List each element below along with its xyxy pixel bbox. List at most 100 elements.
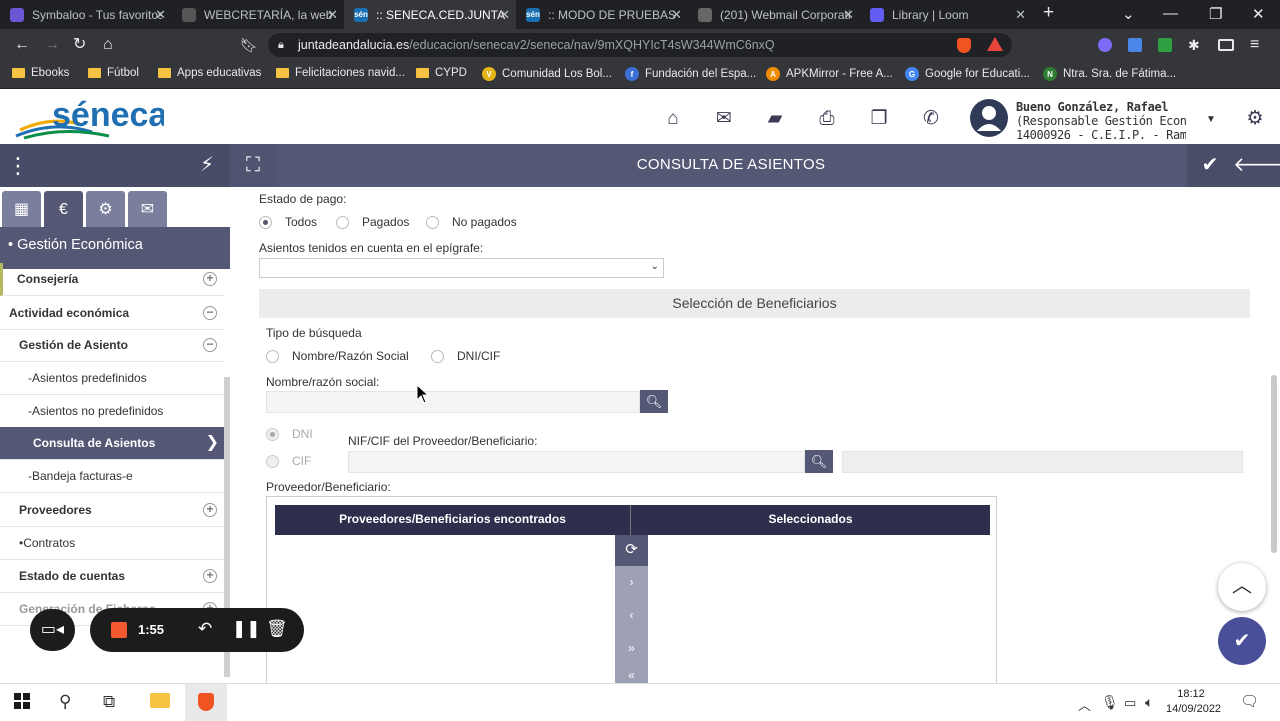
expand-icon[interactable]: + [203, 272, 217, 286]
sidebar-item[interactable]: Estado de cuentas + [0, 560, 224, 593]
move-right-icon[interactable]: › [615, 566, 648, 599]
phone-icon[interactable]: ✆ [919, 107, 943, 131]
back-arrow-icon[interactable]: 🡐 [1233, 144, 1280, 187]
folder-icon[interactable]: ▰ [763, 107, 787, 131]
found-list[interactable] [275, 535, 615, 685]
sidebar-item[interactable]: -Bandeja facturas-e [0, 460, 224, 493]
search-icon[interactable]: ⚲ [59, 692, 71, 712]
sidebar-item[interactable]: Actividad económica − [0, 297, 224, 330]
home-icon[interactable]: ⌂ [103, 35, 113, 55]
epigrafe-select[interactable]: ⌄ [259, 258, 664, 278]
nombre-input[interactable] [266, 391, 640, 413]
bookmark-item[interactable]: N Ntra. Sra. de Fátima... [1043, 67, 1176, 81]
back-icon[interactable]: ← [14, 35, 30, 55]
home-icon[interactable]: ⌂ [661, 107, 685, 131]
sidebar-item[interactable]: Consejería + [0, 263, 224, 296]
bookmark-item[interactable]: A APKMirror - Free A... [766, 67, 893, 81]
radio-no-pagados[interactable] [426, 216, 439, 229]
selected-list[interactable] [648, 535, 990, 685]
restore-icon[interactable]: ❐ [1209, 5, 1222, 23]
fullscreen-icon[interactable]: ⛶ [230, 144, 276, 187]
volume-icon[interactable]: 🔈︎ [1145, 694, 1153, 711]
nombre-search-button[interactable]: 🔍︎ [640, 390, 668, 413]
bookmark-icon[interactable]: 🔖︎ [240, 35, 258, 55]
browser-tab[interactable]: Library | Loom ✕ [860, 0, 1032, 29]
radio-dni-cif[interactable] [431, 350, 444, 363]
bookmark-item[interactable]: f Fundación del Espa... [625, 67, 756, 81]
expand-icon[interactable]: + [203, 503, 217, 517]
user-panel[interactable]: Bueno González, Rafael (Responsable Gest… [970, 97, 1230, 142]
brave-taskbar-item[interactable] [185, 684, 227, 721]
sidebar-tab[interactable]: ▦ [2, 191, 41, 228]
browser-tab[interactable]: Symbaloo - Tus favoritos al✕ [0, 0, 172, 29]
tray-chevron-icon[interactable]: ︿ [1078, 695, 1091, 714]
sidebar-item[interactable]: -Asientos predefinidos [0, 362, 224, 395]
refresh-icon[interactable]: ⟳ [615, 535, 648, 566]
sidebar-item[interactable]: Proveedores + [0, 494, 224, 527]
bookmark-item[interactable]: Apps educativas [158, 67, 261, 79]
system-clock[interactable]: 18:12 14/09/2022 [1166, 687, 1221, 717]
bookmark-item[interactable]: V Comunidad Los Bol... [482, 67, 612, 81]
sidebar-tab[interactable]: € [44, 191, 83, 228]
sidebar-tab[interactable]: ⚙ [86, 191, 125, 228]
close-window-icon[interactable]: ✕ [1252, 5, 1265, 23]
scroll-top-button[interactable]: ︿ [1218, 563, 1266, 611]
bookmark-item[interactable]: Fútbol [88, 67, 139, 79]
print-icon[interactable]: ⎙ [815, 107, 839, 131]
minimize-icon[interactable]: — [1163, 5, 1178, 22]
translate-extension-icon[interactable] [1128, 38, 1142, 52]
nif-search-button[interactable]: 🔍︎ [805, 450, 833, 473]
radio-pagados[interactable] [336, 216, 349, 229]
browser-tab[interactable]: (201) Webmail Corporativo ✕ [688, 0, 860, 29]
close-tab-icon[interactable]: ✕ [671, 7, 682, 23]
browser-tab[interactable]: sén:: SENECA.CED.JUNTA DE✕ [344, 0, 516, 29]
task-view-icon[interactable]: ⧉ [103, 692, 115, 712]
wallet-icon[interactable] [1218, 39, 1234, 51]
move-all-left-icon[interactable]: « [615, 665, 648, 685]
bookmark-item[interactable]: Ebooks [12, 67, 69, 79]
brave-rewards-icon[interactable] [987, 37, 1003, 51]
collapse-icon[interactable]: − [203, 306, 217, 320]
collapse-icon[interactable]: − [203, 338, 217, 352]
notifications-icon[interactable]: 🗨︎ [1240, 692, 1259, 710]
file-explorer-icon[interactable] [150, 693, 170, 708]
floating-accept-button[interactable]: ✔ [1218, 617, 1266, 665]
radio-cif[interactable] [266, 455, 279, 468]
sidebar-item[interactable]: Gestión de Asiento − [0, 329, 224, 362]
sidebar-item[interactable]: -Asientos no predefinidos [0, 395, 224, 428]
tab-search-icon[interactable]: ⌄ [1122, 5, 1135, 23]
bolt-icon[interactable]: ⚡︎ [184, 144, 230, 187]
bookmark-item[interactable]: G Google for Educati... [905, 67, 1030, 81]
recorder-camera-button[interactable]: ▭◂ [30, 609, 75, 651]
expand-icon[interactable]: + [203, 569, 217, 583]
pause-icon[interactable]: ❚❚ [232, 619, 261, 639]
sidebar-item[interactable]: •Contratos [0, 527, 224, 560]
bookmark-item[interactable]: CYPD [416, 67, 467, 79]
close-tab-icon[interactable]: ✕ [155, 7, 166, 23]
radio-todos[interactable] [259, 216, 272, 229]
user-dropdown-icon[interactable]: ▼ [1206, 114, 1216, 125]
sidebar-tab[interactable]: ✉ [128, 191, 167, 228]
nif-input[interactable] [348, 451, 805, 473]
loom-extension-icon[interactable] [1098, 38, 1112, 52]
move-left-icon[interactable]: ‹ [615, 599, 648, 632]
close-tab-icon[interactable]: ✕ [843, 7, 854, 23]
close-tab-icon[interactable]: ✕ [1015, 7, 1026, 23]
mail-icon[interactable]: ✉ [712, 107, 736, 131]
stop-icon[interactable] [111, 622, 127, 638]
copy-icon[interactable]: ❐ [867, 107, 891, 131]
bookmark-item[interactable]: Felicitaciones navid... [276, 67, 405, 79]
settings-gear-icon[interactable]: ⚙ [1243, 107, 1267, 131]
forward-icon[interactable]: → [44, 35, 60, 55]
new-tab-button[interactable]: + [1043, 2, 1054, 24]
sidebar-item[interactable]: Consulta de Asientos ❯ [0, 427, 224, 460]
undo-icon[interactable]: ↶ [198, 619, 212, 639]
close-tab-icon[interactable]: ✕ [327, 7, 338, 23]
seneca-logo[interactable]: séneca [14, 96, 164, 141]
reload-icon[interactable]: ↻ [73, 35, 86, 55]
move-all-right-icon[interactable]: » [615, 632, 648, 665]
radio-dni[interactable] [266, 428, 279, 441]
trash-icon[interactable]: 🗑︎ [266, 619, 288, 639]
kebab-menu-icon[interactable]: ⋮ [0, 144, 36, 187]
extensions-icon[interactable]: ✱ [1188, 35, 1200, 55]
